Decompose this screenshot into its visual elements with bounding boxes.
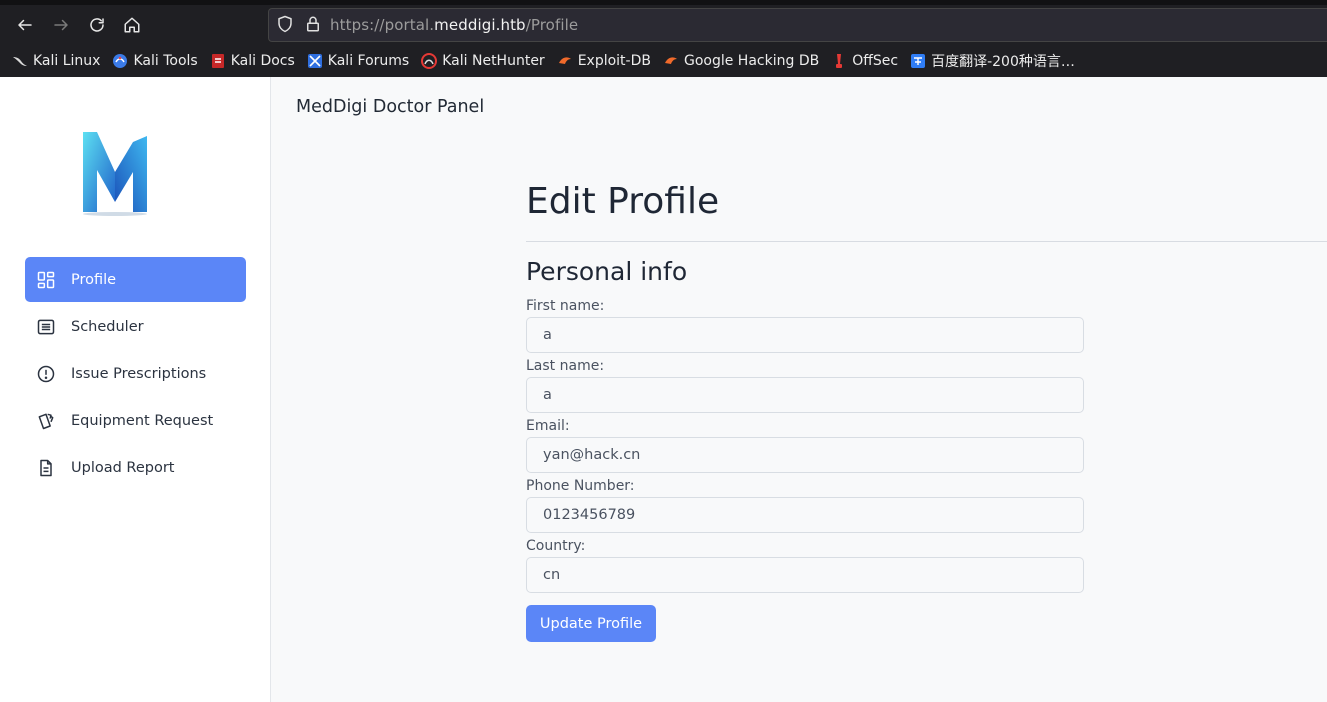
shield-icon[interactable]: [276, 15, 294, 37]
meddigi-logo[interactable]: [24, 87, 206, 253]
lock-icon[interactable]: [304, 15, 322, 37]
address-bar[interactable]: https://portal.meddigi.htb/Profile: [268, 8, 1327, 42]
bookmarks-bar: Kali Linux Kali Tools Kali Docs Kali For…: [12, 49, 1087, 73]
alert-circle-icon: [36, 364, 56, 384]
kali-dragon-icon: [12, 53, 28, 69]
url-text[interactable]: https://portal.meddigi.htb/Profile: [330, 16, 578, 34]
arrow-left-icon: [18, 19, 32, 31]
sidebar-item-label: Upload Report: [71, 459, 175, 476]
home-button[interactable]: [118, 11, 146, 39]
last-name-input[interactable]: [526, 377, 1084, 413]
reload-button[interactable]: [83, 11, 111, 39]
reload-icon: [90, 18, 104, 32]
section-title: Personal info: [526, 257, 688, 286]
arrow-right-icon: [54, 19, 68, 31]
baidu-translate-icon: [910, 53, 926, 69]
sidebar-item-scheduler[interactable]: Scheduler: [25, 304, 246, 349]
sidebar-item-label: Equipment Request: [71, 412, 214, 429]
kali-forums-icon: [307, 53, 323, 69]
sidebar-item-label: Profile: [71, 271, 117, 288]
sidebar-item-profile[interactable]: Profile: [25, 257, 246, 302]
forward-button[interactable]: [47, 11, 75, 39]
page: Profile Scheduler Issue Prescriptions Eq…: [0, 77, 1327, 702]
back-button[interactable]: [11, 11, 39, 39]
bookmark-kali-forums[interactable]: Kali Forums: [307, 53, 409, 69]
sidebar-item-label: Issue Prescriptions: [71, 365, 207, 382]
browser-tabstrip-edge: [0, 0, 1327, 5]
exploit-db-icon: [557, 53, 573, 69]
file-icon: [36, 458, 56, 478]
email-input[interactable]: [526, 437, 1084, 473]
phone-number-input[interactable]: [526, 497, 1084, 533]
bookmark-baidu-translate[interactable]: 百度翻译-200种语言…: [910, 51, 1075, 71]
bookmark-kali-docs[interactable]: Kali Docs: [210, 53, 295, 69]
phone-number-label: Phone Number:: [526, 478, 635, 494]
page-title: Edit Profile: [526, 181, 720, 222]
list-icon: [36, 317, 56, 337]
kali-docs-icon: [210, 53, 226, 69]
url-domain: meddigi.htb: [434, 16, 526, 34]
url-path: /Profile: [525, 16, 579, 34]
update-profile-button[interactable]: Update Profile: [526, 605, 656, 642]
country-label: Country:: [526, 538, 586, 554]
sidebar-item-equipment-request[interactable]: Equipment Request: [25, 398, 246, 443]
last-name-label: Last name:: [526, 358, 605, 374]
dashboard-icon: [36, 270, 56, 290]
ghdb-icon: [663, 53, 679, 69]
kali-tools-icon: [112, 53, 128, 69]
sidebar-item-label: Scheduler: [71, 318, 144, 335]
url-prefix: https://portal.: [330, 16, 435, 34]
bookmark-exploit-db[interactable]: Exploit-DB: [557, 53, 651, 69]
first-name-label: First name:: [526, 298, 605, 314]
cards-icon: [36, 411, 56, 431]
bookmark-kali-tools[interactable]: Kali Tools: [112, 53, 198, 69]
sidebar: Profile Scheduler Issue Prescriptions Eq…: [0, 77, 271, 702]
first-name-input[interactable]: [526, 317, 1084, 353]
offsec-icon: [831, 53, 847, 69]
home-icon: [124, 17, 140, 33]
bookmark-kali-linux[interactable]: Kali Linux: [12, 53, 100, 69]
bookmark-google-hacking-db[interactable]: Google Hacking DB: [663, 53, 819, 69]
country-input[interactable]: [526, 557, 1084, 593]
logo-m-icon: [83, 132, 147, 216]
panel-title: MedDigi Doctor Panel: [296, 97, 485, 117]
bookmark-offsec[interactable]: OffSec: [831, 53, 898, 69]
divider: [526, 241, 1327, 242]
bookmark-kali-nethunter[interactable]: Kali NetHunter: [421, 53, 545, 69]
sidebar-item-issue-prescriptions[interactable]: Issue Prescriptions: [25, 351, 246, 396]
email-label: Email:: [526, 418, 570, 434]
browser-toolbar: https://portal.meddigi.htb/Profile Kali …: [0, 0, 1327, 77]
sidebar-item-upload-report[interactable]: Upload Report: [25, 445, 246, 490]
nethunter-icon: [421, 53, 438, 69]
